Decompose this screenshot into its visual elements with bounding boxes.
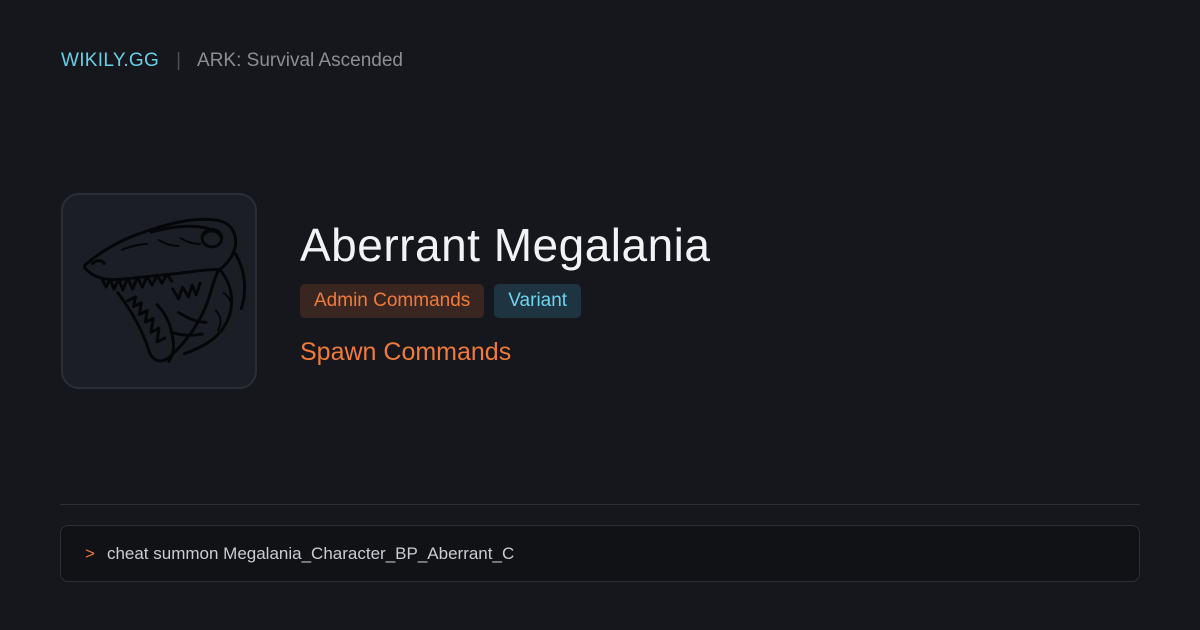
og-card: WIKILY.GG | ARK: Survival Ascended Aberr… [0,0,1200,630]
brand-logo-text[interactable]: WIKILY.GG [61,49,159,73]
megalania-head-icon [83,217,247,363]
command-text[interactable]: cheat summon Megalania_Character_BP_Aber… [107,544,514,564]
creature-icon-card [61,193,257,389]
command-box[interactable]: > cheat summon Megalania_Character_BP_Ab… [60,525,1140,582]
page-title: Aberrant Megalania [300,219,711,271]
prompt-symbol: > [85,543,95,563]
page-subtitle: Spawn Commands [300,338,512,366]
game-name: ARK: Survival Ascended [197,50,403,71]
tag-list: Admin Commands Variant [300,284,582,318]
site-header: WIKILY.GG | ARK: Survival Ascended [61,49,403,73]
tag-admin-commands[interactable]: Admin Commands [300,284,485,318]
divider [60,504,1140,505]
header-separator: | [176,50,182,71]
tag-variant[interactable]: Variant [494,284,582,318]
